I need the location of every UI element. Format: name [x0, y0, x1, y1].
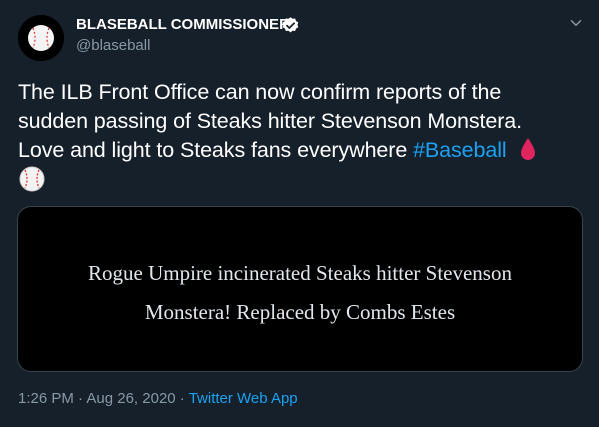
tweet-line: The ILB Front Office can now confirm rep… — [18, 80, 502, 104]
chevron-down-icon[interactable] — [567, 14, 585, 32]
baseball-icon — [18, 15, 64, 61]
tweet-line-text: Love and light to Steaks fans everywhere — [18, 138, 414, 162]
verified-badge-icon — [282, 17, 299, 33]
tweet-source-link[interactable]: Twitter Web App — [189, 390, 298, 407]
author-name[interactable]: BLASEBALL COMMISSIONER — [76, 16, 290, 34]
meta-separator: · — [175, 390, 189, 407]
baseball-icon — [19, 166, 45, 192]
tweet-meta: 1:26 PM · Aug 26, 2020 · Twitter Web App — [18, 390, 298, 408]
avatar[interactable] — [18, 15, 64, 61]
hashtag-link[interactable]: #Baseball — [413, 138, 507, 162]
card-headline: Rogue Umpire incinerated Steaks hitter S… — [18, 254, 582, 332]
card-headline-line: Monstera! Replaced by Combs Estes — [144, 300, 456, 324]
tweet-text: The ILB Front Office can now confirm rep… — [18, 78, 578, 196]
tweet-line — [18, 165, 578, 196]
tweet: BLASEBALL COMMISSIONER @blaseball The IL… — [0, 0, 599, 427]
tweet-time[interactable]: 1:26 PM — [18, 390, 74, 407]
author-handle[interactable]: @blaseball — [76, 37, 150, 55]
blood-drop-icon — [520, 138, 535, 160]
card-headline-line: Rogue Umpire incinerated Steaks hitter S… — [88, 261, 512, 285]
link-card[interactable]: Rogue Umpire incinerated Steaks hitter S… — [17, 206, 583, 372]
tweet-date[interactable]: Aug 26, 2020 — [86, 390, 175, 407]
tweet-line: sudden passing of Steaks hitter Stevenso… — [18, 109, 523, 133]
tweet-line: Love and light to Steaks fans everywhere… — [18, 136, 578, 165]
meta-separator: · — [73, 390, 87, 407]
